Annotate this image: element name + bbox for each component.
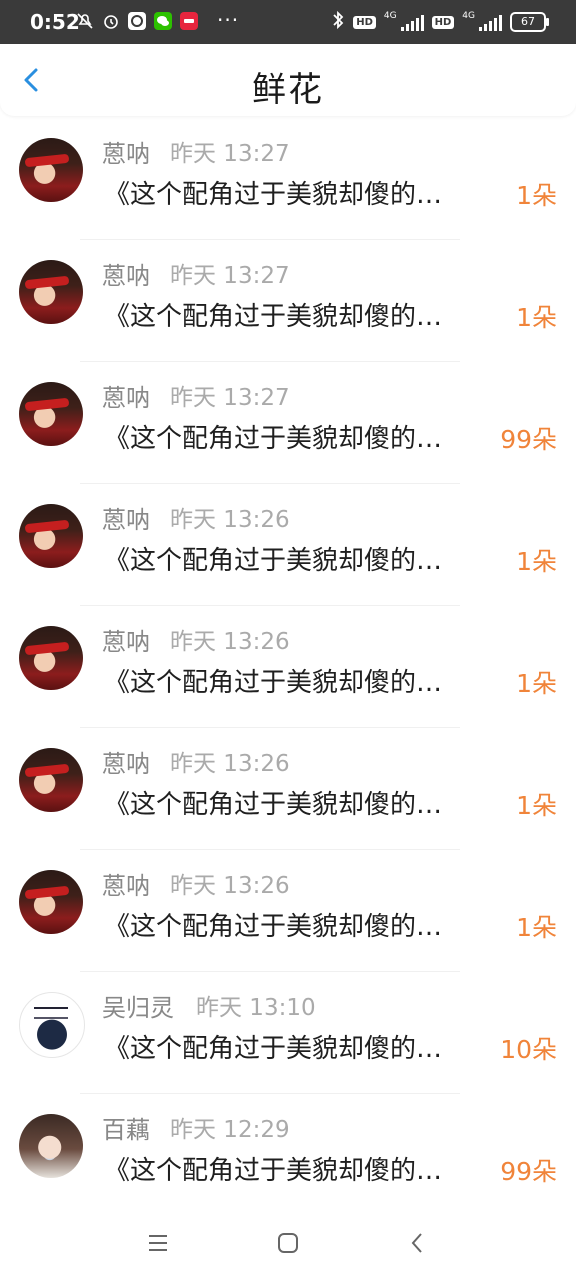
timestamp: 昨天 13:27 xyxy=(170,385,290,411)
message-preview: 《这个配角过于美貌却傻的… xyxy=(104,180,443,210)
flower-list: 蒽呐 昨天 13:27 《这个配角过于美貌却傻的… 1朵 蒽呐 昨天 13:27 《这个配角… xyxy=(0,118,576,1216)
list-item[interactable]: 蒽呐 昨天 13:26 《这个配角过于美貌却傻的… 1朵 xyxy=(0,484,576,606)
status-icons-right: HD 4G HD 4G 67 xyxy=(331,10,549,34)
sender-name[interactable]: 蒽呐 xyxy=(102,744,150,779)
avatar[interactable] xyxy=(19,138,83,202)
app-badge-icon xyxy=(180,12,198,30)
battery-icon: 67 xyxy=(510,12,549,32)
hd-badge-1: HD xyxy=(353,15,376,29)
sender-name[interactable]: 吴归灵 xyxy=(102,988,174,1023)
network-type-1: 4G xyxy=(383,11,397,21)
avatar[interactable] xyxy=(19,870,83,934)
flower-count: 99朵 xyxy=(500,425,557,454)
message-preview: 《这个配角过于美貌却傻的… xyxy=(104,424,443,454)
flower-count: 1朵 xyxy=(516,913,557,942)
list-item[interactable]: 蒽呐 昨天 13:26 《这个配角过于美貌却傻的… 1朵 xyxy=(0,728,576,850)
app-header: 鲜花 xyxy=(0,44,576,116)
message-preview: 《这个配角过于美貌却傻的… xyxy=(104,1034,443,1064)
message-preview: 《这个配角过于美貌却傻的… xyxy=(104,790,443,820)
timestamp: 昨天 13:26 xyxy=(170,507,290,533)
flower-count: 99朵 xyxy=(500,1157,557,1186)
menu-button[interactable] xyxy=(143,1228,173,1258)
signal-icon-1 xyxy=(400,13,424,31)
flower-count: 1朵 xyxy=(516,669,557,698)
flower-count: 1朵 xyxy=(516,181,557,210)
list-item[interactable]: 吴归灵 昨天 13:10 《这个配角过于美貌却傻的… 10朵 xyxy=(0,972,576,1094)
sender-name[interactable]: 蒽呐 xyxy=(102,500,150,535)
alarm-icon xyxy=(102,12,120,30)
flower-count: 1朵 xyxy=(516,303,557,332)
flower-count: 1朵 xyxy=(516,547,557,576)
timestamp: 昨天 13:26 xyxy=(170,873,290,899)
avatar[interactable] xyxy=(19,1114,83,1178)
avatar[interactable] xyxy=(19,992,85,1058)
avatar[interactable] xyxy=(19,260,83,324)
list-item[interactable]: 蒽呐 昨天 13:26 《这个配角过于美貌却傻的… 1朵 xyxy=(0,850,576,972)
status-more: ··· xyxy=(217,8,240,32)
page-title: 鲜花 xyxy=(252,70,324,110)
bluetooth-icon xyxy=(331,10,345,34)
timestamp: 昨天 13:27 xyxy=(170,263,290,289)
list-item[interactable]: 蒽呐 昨天 13:26 《这个配角过于美貌却傻的… 1朵 xyxy=(0,606,576,728)
timestamp: 昨天 12:29 xyxy=(170,1117,290,1143)
wechat-icon xyxy=(154,12,172,30)
sender-name[interactable]: 蒽呐 xyxy=(102,622,150,657)
app-icon xyxy=(128,12,146,30)
menu-icon xyxy=(149,1235,167,1251)
system-nav-bar xyxy=(0,1208,576,1280)
sender-name[interactable]: 百藕 xyxy=(102,1110,150,1145)
list-item[interactable]: 百藕 昨天 12:29 《这个配角过于美貌却傻的… 99朵 xyxy=(0,1094,576,1216)
signal-icon-2 xyxy=(479,13,502,31)
status-time: 0:52 xyxy=(30,10,80,34)
avatar[interactable] xyxy=(19,504,83,568)
avatar[interactable] xyxy=(19,382,83,446)
sender-name[interactable]: 蒽呐 xyxy=(102,378,150,413)
hd-badge-2: HD xyxy=(431,15,455,29)
message-preview: 《这个配角过于美貌却傻的… xyxy=(104,912,443,942)
timestamp: 昨天 13:10 xyxy=(196,995,316,1021)
message-preview: 《这个配角过于美貌却傻的… xyxy=(104,1156,443,1186)
list-item[interactable]: 蒽呐 昨天 13:27 《这个配角过于美貌却傻的… 1朵 xyxy=(0,240,576,362)
timestamp: 昨天 13:26 xyxy=(170,629,290,655)
message-preview: 《这个配角过于美貌却傻的… xyxy=(104,546,443,576)
back-icon xyxy=(411,1233,422,1253)
home-button[interactable] xyxy=(273,1228,303,1258)
message-preview: 《这个配角过于美貌却傻的… xyxy=(104,668,443,698)
list-item[interactable]: 蒽呐 昨天 13:27 《这个配角过于美貌却傻的… 1朵 xyxy=(0,118,576,240)
sender-name[interactable]: 蒽呐 xyxy=(102,134,150,169)
nav-back-button[interactable] xyxy=(403,1228,433,1258)
avatar[interactable] xyxy=(19,748,83,812)
status-icons-left xyxy=(76,12,198,30)
mute-icon xyxy=(76,12,94,30)
avatar[interactable] xyxy=(19,626,83,690)
sender-name[interactable]: 蒽呐 xyxy=(102,866,150,901)
battery-level: 67 xyxy=(521,15,535,28)
network-type-2: 4G xyxy=(462,11,475,21)
list-item[interactable]: 蒽呐 昨天 13:27 《这个配角过于美貌却傻的… 99朵 xyxy=(0,362,576,484)
flower-count: 10朵 xyxy=(500,1035,557,1064)
flower-count: 1朵 xyxy=(516,791,557,820)
home-icon xyxy=(278,1233,298,1253)
timestamp: 昨天 13:27 xyxy=(170,141,290,167)
status-bar: 0:52 ··· HD 4G HD 4G 67 xyxy=(0,0,576,44)
sender-name[interactable]: 蒽呐 xyxy=(102,256,150,291)
message-preview: 《这个配角过于美貌却傻的… xyxy=(104,302,443,332)
screen: 0:52 ··· HD 4G HD 4G 67 鲜花 蒽呐 昨天 13:27 《… xyxy=(0,0,576,1280)
timestamp: 昨天 13:26 xyxy=(170,751,290,777)
